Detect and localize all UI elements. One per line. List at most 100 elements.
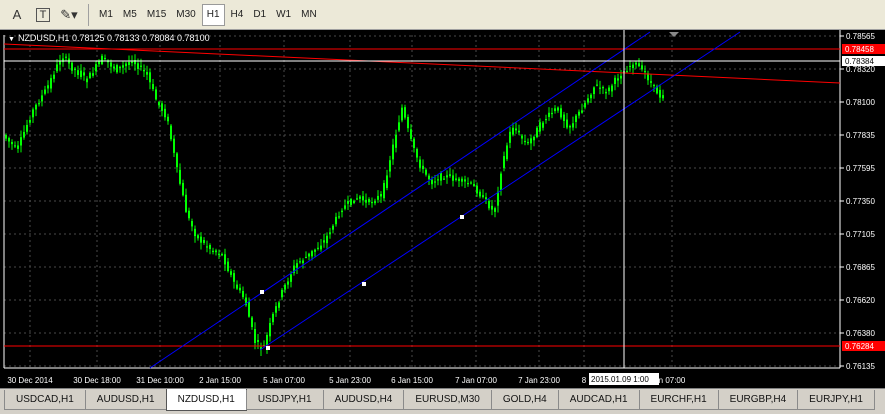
candle-body [356, 198, 358, 200]
price-marker-label: 0.78458 [845, 45, 874, 54]
time-label: 30 Dec 18:00 [73, 376, 121, 385]
candle-body [38, 103, 40, 105]
candle-body [341, 210, 343, 213]
timeframe-w1[interactable]: W1 [272, 4, 295, 26]
price-marker-label: 0.76284 [845, 342, 874, 351]
timeframe-m1[interactable]: M1 [95, 4, 117, 26]
candle-body [206, 246, 208, 248]
candle-body [440, 172, 442, 181]
price-label: 0.76380 [846, 329, 875, 338]
candle-body [41, 95, 43, 102]
time-label: n 07:00 [659, 376, 686, 385]
candle-body [56, 64, 58, 72]
text-a-icon[interactable]: A [6, 4, 28, 26]
candle-body [74, 68, 76, 71]
candle-body [326, 235, 328, 244]
candle-body [248, 301, 250, 317]
candle-body [617, 78, 619, 81]
channel-anchor-point[interactable] [362, 282, 366, 286]
candle-body [101, 55, 103, 65]
candle-body [614, 77, 616, 85]
timeframe-mn[interactable]: MN [297, 4, 321, 26]
price-chart[interactable]: 0.78565 0.78320 0.78100 0.77835 0.77595 0.773… [0, 30, 885, 388]
candle-body [431, 179, 433, 185]
candle-body [497, 191, 499, 206]
candle-body [605, 91, 607, 94]
candle-body [398, 122, 400, 131]
candle-body [113, 66, 115, 69]
channel-upper-line[interactable] [149, 31, 651, 369]
timeframe-m5[interactable]: M5 [119, 4, 141, 26]
candle-body [419, 159, 421, 168]
chart-tab[interactable]: EURJPY,H1 [797, 390, 875, 410]
chart-tab[interactable]: EURGBP,H4 [717, 390, 799, 410]
chart-tab[interactable]: USDJPY,H1 [245, 390, 324, 410]
candle-body [359, 196, 361, 199]
candle-body [191, 220, 193, 227]
candle-body [365, 199, 367, 203]
timeframe-m15[interactable]: M15 [143, 4, 170, 26]
candle-body [389, 160, 391, 172]
candle-body [413, 138, 415, 148]
time-label: 30 Dec 2014 [7, 376, 53, 385]
candle-body [572, 123, 574, 128]
candle-body [446, 175, 448, 178]
arrows-shapes-icon[interactable]: ✎▾ [58, 4, 80, 26]
candle-body [590, 94, 592, 99]
candle-body [185, 194, 187, 212]
candle-body [527, 141, 529, 144]
candle-body [635, 62, 637, 65]
timeframe-h1[interactable]: H1 [201, 3, 225, 26]
candle-body [14, 145, 16, 147]
candle-body [239, 287, 241, 291]
time-label: 8 [582, 376, 587, 385]
chart-tab[interactable]: EURUSD,M30 [403, 390, 492, 410]
channel-anchor-point[interactable] [460, 215, 464, 219]
timeframe-d1[interactable]: D1 [249, 4, 270, 26]
candle-body [332, 225, 334, 230]
candle-body [518, 130, 520, 133]
candle-body [443, 178, 445, 180]
candle-body [470, 182, 472, 184]
channel-anchor-point[interactable] [260, 290, 264, 294]
candle-body [212, 250, 214, 253]
chart-tab[interactable]: AUDCAD,H1 [557, 390, 640, 410]
candle-body [629, 65, 631, 68]
chart-tab[interactable]: USDCAD,H1 [4, 390, 86, 410]
channel-anchor-point[interactable] [266, 346, 270, 350]
candle-body [380, 194, 382, 197]
chart-canvas[interactable]: 0.78565 0.78320 0.78100 0.77835 0.77595 0.773… [0, 30, 885, 388]
candle-body [110, 62, 112, 67]
channel-lower-line[interactable] [259, 31, 741, 351]
candle-body [224, 254, 226, 265]
candle-body [104, 57, 106, 60]
candle-body [95, 64, 97, 72]
text-label-icon[interactable]: T [32, 4, 54, 26]
candle-body [173, 138, 175, 153]
collapse-triangle-icon[interactable]: ▼ [8, 36, 15, 43]
chart-tab[interactable]: AUDUSD,H4 [322, 390, 405, 410]
candle-body [566, 119, 568, 128]
candle-body [80, 70, 82, 77]
candle-body [170, 125, 172, 140]
candle-body [458, 178, 460, 182]
candle-body [125, 63, 127, 67]
candle-body [653, 84, 655, 87]
candle-body [137, 63, 139, 69]
candle-body [236, 284, 238, 289]
chart-tab[interactable]: AUDUSD,H1 [84, 390, 167, 410]
candle-body [386, 175, 388, 188]
candle-body [347, 201, 349, 204]
timeframe-h4[interactable]: H4 [227, 4, 248, 26]
symbol-info: ▼ NZDUSD,H1 0.78125 0.78133 0.78084 0.781… [8, 33, 210, 43]
candle-body [233, 273, 235, 282]
candle-body [167, 116, 169, 122]
timeframe-m30[interactable]: M30 [172, 4, 199, 26]
price-label: 0.77595 [846, 164, 875, 173]
chart-tab[interactable]: NZDUSD,H1 [165, 389, 247, 411]
price-label: 0.78100 [846, 98, 875, 107]
chart-tab[interactable]: GOLD,H4 [490, 390, 559, 410]
timeframe-group: M1 M5 M15 M30 H1 H4 D1 W1 MN [95, 3, 323, 26]
chart-tab[interactable]: EURCHF,H1 [638, 390, 719, 410]
candle-body [476, 185, 478, 194]
